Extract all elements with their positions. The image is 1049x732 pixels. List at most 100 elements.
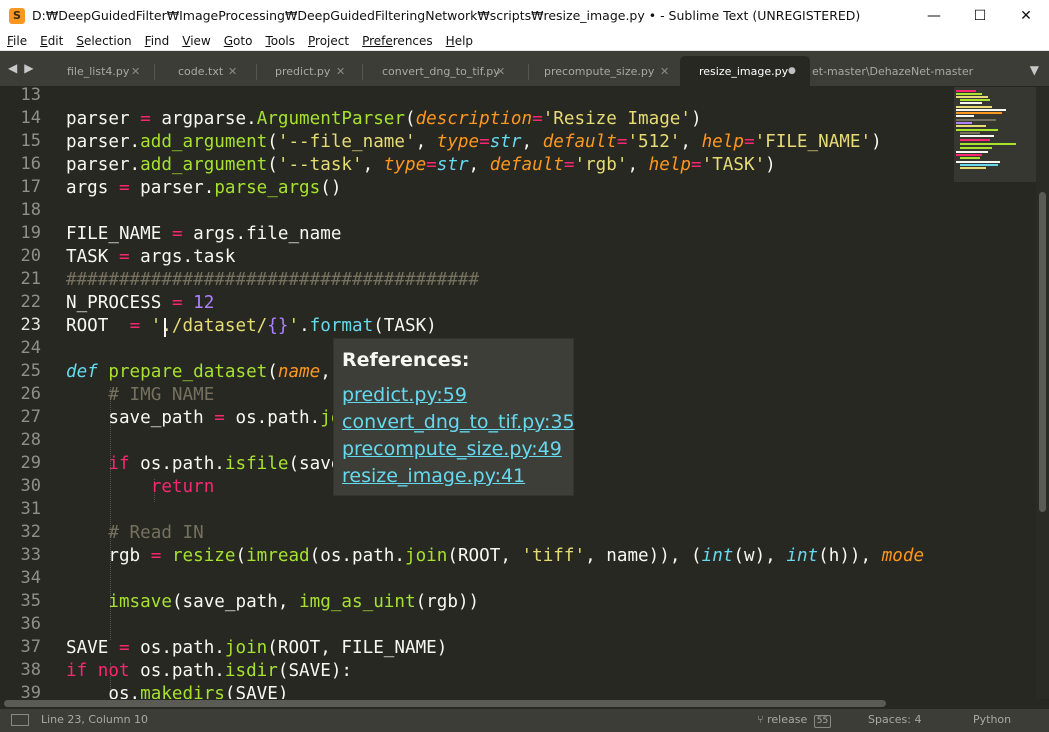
line-number: 32 <box>20 522 41 542</box>
minimap-line <box>956 109 1006 111</box>
minimap-line <box>960 157 980 159</box>
horizontal-scrollbar[interactable] <box>0 699 1036 709</box>
vertical-scrollbar[interactable] <box>1036 87 1049 699</box>
line-number: 14 <box>20 108 41 128</box>
tab-back-icon[interactable]: ◀ <box>8 61 17 75</box>
line-number: 16 <box>20 154 41 174</box>
menu-project[interactable]: Project <box>301 34 355 48</box>
tab-code-txt[interactable]: code.txt ✕ <box>160 56 256 87</box>
minimap-line <box>960 147 992 149</box>
tab-resize-image[interactable]: resize_image.py ● <box>680 56 810 87</box>
tab-convert-dng-to-tif[interactable]: convert_dng_to_tif.py ✕ <box>368 56 528 87</box>
tab-close-icon[interactable]: ✕ <box>336 65 345 78</box>
line-number: 18 <box>20 200 41 220</box>
code-line-22: N_PROCESS = 12 <box>66 293 215 313</box>
horizontal-scroll-thumb[interactable] <box>4 700 886 707</box>
code-line-33: rgb = resize(imread(os.path.join(ROOT, '… <box>66 546 925 566</box>
line-number: 24 <box>20 338 41 358</box>
minimap-line <box>960 132 980 134</box>
line-number: 21 <box>20 269 41 289</box>
panel-toggle-icon[interactable] <box>11 714 29 726</box>
line-number-gutter[interactable]: 13 14 15 16 17 18 19 20 21 22 23 24 25 2… <box>0 85 54 703</box>
minimap-line <box>956 106 992 108</box>
syntax-selector[interactable]: Python <box>973 713 1011 726</box>
minimap-line <box>956 154 982 156</box>
minimap-line <box>956 115 974 117</box>
vertical-scroll-thumb[interactable] <box>1039 192 1046 512</box>
code-line-16: parser.add_argument('--task', type=str, … <box>66 155 776 175</box>
line-number: 35 <box>20 591 41 611</box>
minimize-button[interactable]: — <box>911 0 957 31</box>
branch-badge: 55 <box>813 715 832 728</box>
reference-link[interactable]: precompute_size.py:49 <box>342 438 562 460</box>
minimap-line <box>956 129 998 131</box>
tab-close-icon[interactable]: ✕ <box>131 65 140 78</box>
minimap-line <box>956 90 976 92</box>
minimap-line <box>960 167 986 169</box>
menu-goto[interactable]: Goto <box>217 34 259 48</box>
tab-forward-icon[interactable]: ▶ <box>24 61 33 75</box>
code-line-26: # IMG NAME <box>108 385 215 405</box>
git-branch[interactable]: ⑂ release 55 <box>757 713 832 728</box>
menu-find[interactable]: Find <box>138 34 176 48</box>
code-line-37: SAVE = os.path.join(ROOT, FILE_NAME) <box>66 638 448 658</box>
line-number: 34 <box>20 568 41 588</box>
close-window-button[interactable]: ✕ <box>1003 0 1049 31</box>
minimap-line <box>956 96 988 98</box>
menu-bar: File Edit Selection Find View Goto Tools… <box>0 31 1049 51</box>
line-number: 31 <box>20 499 41 519</box>
menu-view[interactable]: View <box>175 34 216 48</box>
tab-predict[interactable]: predict.py ✕ <box>262 56 362 87</box>
reference-link[interactable]: convert_dng_to_tif.py:35 <box>342 411 575 433</box>
code-line-21: ####################################### <box>66 270 480 290</box>
code-line-38: if not os.path.isdir(SAVE): <box>66 661 353 681</box>
reference-link[interactable]: predict.py:59 <box>342 384 467 406</box>
tab-overflow-icon[interactable]: ▼ <box>1030 63 1039 77</box>
sublime-app-icon: S <box>9 7 25 24</box>
code-line-30: return <box>150 477 215 497</box>
code-line-39: os.makedirs(SAVE) <box>66 684 289 699</box>
minimap-line <box>956 119 996 121</box>
reference-link[interactable]: resize_image.py:41 <box>342 465 525 487</box>
tab-divider <box>528 64 529 80</box>
line-number: 29 <box>20 453 41 473</box>
line-number: 26 <box>20 384 41 404</box>
unsaved-dot-icon[interactable]: ● <box>788 66 796 76</box>
tab-close-icon[interactable]: ✕ <box>228 65 237 78</box>
line-number: 38 <box>20 660 41 680</box>
tab-dehazenet[interactable]: et-master\DehazeNet-master <box>812 56 1012 87</box>
code-line-32: # Read IN <box>108 523 204 543</box>
menu-tools[interactable]: Tools <box>258 34 301 48</box>
line-number: 25 <box>20 361 41 381</box>
text-caret <box>164 318 166 337</box>
menu-preferences[interactable]: Preferences <box>355 34 439 48</box>
line-number: 13 <box>20 85 41 105</box>
menu-file[interactable]: File <box>0 34 33 48</box>
branch-icon: ⑂ <box>757 713 764 726</box>
minimap-line <box>956 125 986 127</box>
minimap[interactable] <box>954 87 1036 699</box>
code-line-19: FILE_NAME = args.file_name <box>66 224 342 244</box>
line-number: 27 <box>20 407 41 427</box>
references-popup: References: predict.py:59 convert_dng_to… <box>333 338 575 496</box>
branch-name: release <box>767 713 808 726</box>
menu-selection[interactable]: Selection <box>69 34 137 48</box>
line-number: 22 <box>20 292 41 312</box>
window-controls: — ☐ ✕ <box>911 0 1049 31</box>
code-line-20: TASK = args.task <box>66 247 236 267</box>
title-bar: S D:₩DeepGuidedFilter₩ImageProcessing₩De… <box>0 0 1049 31</box>
maximize-button[interactable]: ☐ <box>957 0 1003 31</box>
minimap-line <box>960 102 982 104</box>
indentation-setting[interactable]: Spaces: 4 <box>868 713 921 726</box>
menu-help[interactable]: Help <box>439 34 479 48</box>
line-number: 20 <box>20 246 41 266</box>
window-title: D:₩DeepGuidedFilter₩ImageProcessing₩Deep… <box>32 8 861 23</box>
tab-close-icon[interactable]: ✕ <box>660 65 669 78</box>
tab-divider <box>362 64 363 80</box>
tab-close-icon[interactable]: ✕ <box>496 65 505 78</box>
status-bar: Line 23, Column 10 ⑂ release 55 Spaces: … <box>0 709 1049 732</box>
tab-file-list4[interactable]: file_list4.py ✕ <box>50 56 154 87</box>
code-line-17: args = parser.parse_args() <box>66 178 342 198</box>
menu-edit[interactable]: Edit <box>33 34 69 48</box>
tab-precompute-size[interactable]: precompute_size.py ✕ <box>534 56 678 87</box>
